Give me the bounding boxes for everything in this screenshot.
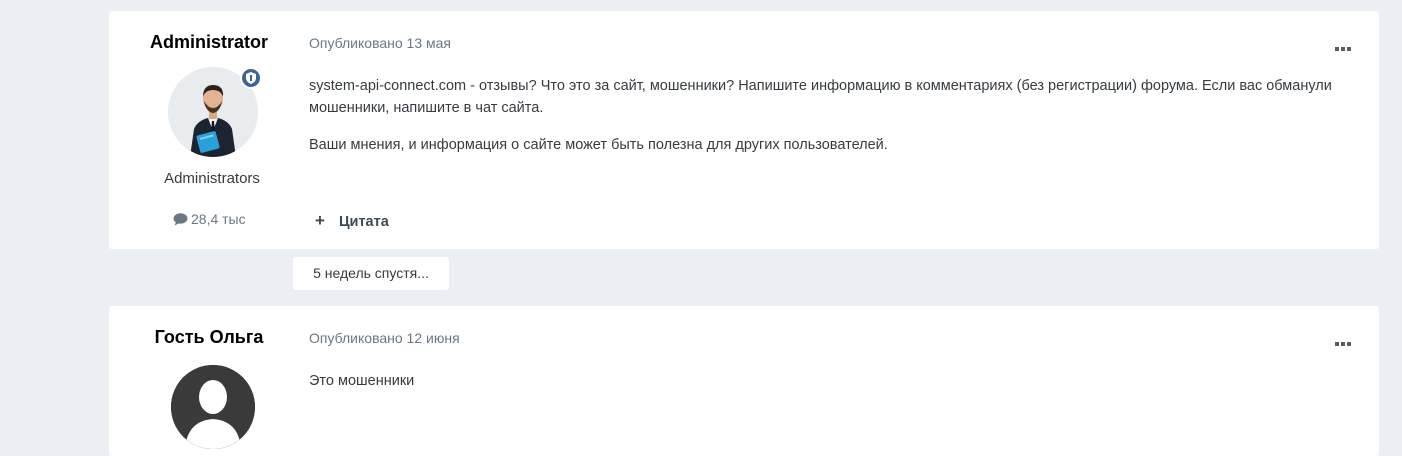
quote-button[interactable]: + Цитата bbox=[315, 211, 389, 231]
post-paragraph: Это мошенники bbox=[309, 373, 415, 389]
post-count: 28,4 тыс bbox=[173, 211, 246, 227]
post-card: Гость Ольга Опубликовано 12 июня Это мош… bbox=[109, 306, 1379, 456]
more-options-icon[interactable] bbox=[1335, 334, 1351, 346]
post-content: Это мошенники bbox=[309, 370, 1369, 407]
comment-icon bbox=[173, 213, 188, 226]
author-name-link[interactable]: Administrator bbox=[109, 32, 309, 53]
author-name: Гость Ольга bbox=[154, 327, 264, 347]
post-card: Administrator Administrators 28,4 тыс Оп… bbox=[109, 11, 1379, 249]
quote-button-label: Цитата bbox=[338, 214, 389, 230]
default-user-avatar-icon bbox=[171, 365, 255, 449]
time-gap-label: 5 недель спустя... bbox=[293, 257, 449, 290]
post-date-link[interactable]: Опубликовано 13 мая bbox=[309, 35, 451, 51]
post-content: system-api-connect.com - отзывы? Что это… bbox=[309, 75, 1369, 171]
user-group: Administrators bbox=[164, 170, 260, 187]
post-date-link[interactable]: Опубликовано 12 июня bbox=[309, 330, 460, 346]
post-paragraph: system-api-connect.com - отзывы? Что это… bbox=[309, 78, 1332, 116]
post-count-value: 28,4 тыс bbox=[191, 211, 246, 227]
moderator-badge bbox=[240, 67, 262, 89]
more-options-icon[interactable] bbox=[1335, 39, 1351, 51]
shield-icon bbox=[246, 72, 256, 84]
plus-icon: + bbox=[315, 211, 325, 230]
guest-avatar bbox=[171, 365, 255, 449]
post-paragraph: Ваши мнения, и информация о сайте может … bbox=[309, 137, 888, 153]
